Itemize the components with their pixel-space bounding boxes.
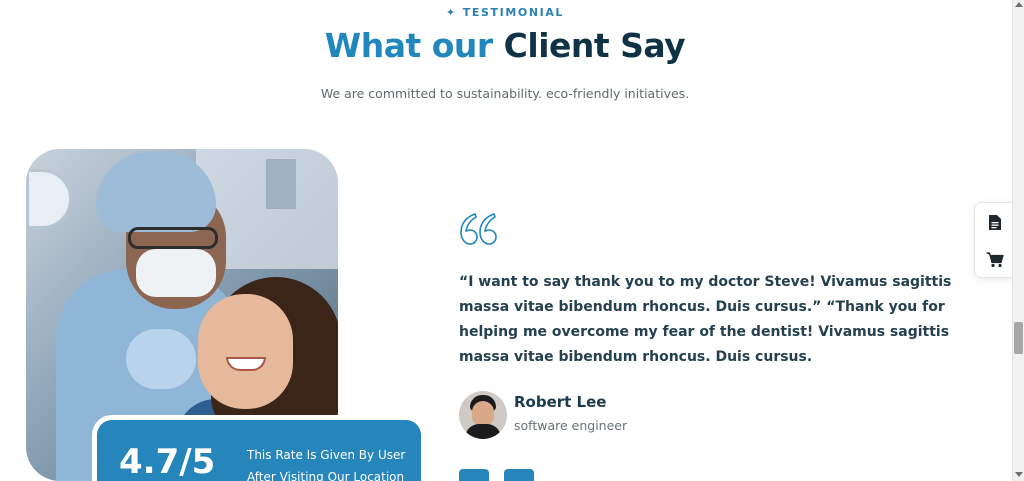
- document-icon: [989, 214, 1001, 230]
- title-dark: Client Say: [503, 26, 686, 65]
- quote-icon: [460, 212, 497, 245]
- next-testimonial-button[interactable]: ›: [504, 469, 534, 481]
- photo-glove: [126, 329, 196, 389]
- author-avatar: [459, 391, 507, 439]
- sparkle-icon: ✦: [445, 6, 457, 19]
- photo-patient-face: [198, 294, 293, 409]
- floating-side-panel: [974, 202, 1014, 278]
- cart-icon: [986, 252, 1004, 268]
- section-subtitle: We are committed to sustainability. eco-…: [320, 86, 690, 101]
- cart-button[interactable]: [975, 241, 1015, 279]
- chevron-right-icon: ›: [517, 477, 522, 481]
- author-role: software engineer: [514, 418, 628, 433]
- eyebrow-label: TESTIMONIAL: [462, 6, 565, 19]
- page-scrollbar[interactable]: [1012, 0, 1024, 481]
- photo-mask: [136, 249, 216, 297]
- rating-description: This Rate Is Given By User After Visitin…: [247, 448, 406, 481]
- rating-badge: 4.7/5 This Rate Is Given By User After V…: [92, 415, 426, 481]
- scroll-down-arrow-icon[interactable]: [1015, 472, 1023, 477]
- author-name: Robert Lee: [514, 393, 607, 411]
- title-accent: What our: [324, 26, 493, 65]
- avatar-shirt: [465, 424, 501, 439]
- document-button[interactable]: [975, 203, 1015, 241]
- photo-dental-lamp: [26, 169, 72, 229]
- section-title: What our Client Say: [0, 26, 1010, 65]
- scroll-up-arrow-icon[interactable]: [1015, 2, 1023, 7]
- section-eyebrow: ✦ TESTIMONIAL: [0, 6, 1010, 19]
- photo-background-item: [266, 159, 296, 209]
- chevron-left-icon: ‹: [472, 477, 477, 481]
- testimonial-quote: “I want to say thank you to my doctor St…: [459, 274, 952, 365]
- prev-testimonial-button[interactable]: ‹: [459, 469, 489, 481]
- rating-score: 4.7/5: [119, 442, 216, 481]
- scrollbar-thumb[interactable]: [1014, 322, 1023, 354]
- photo-glasses: [128, 227, 218, 249]
